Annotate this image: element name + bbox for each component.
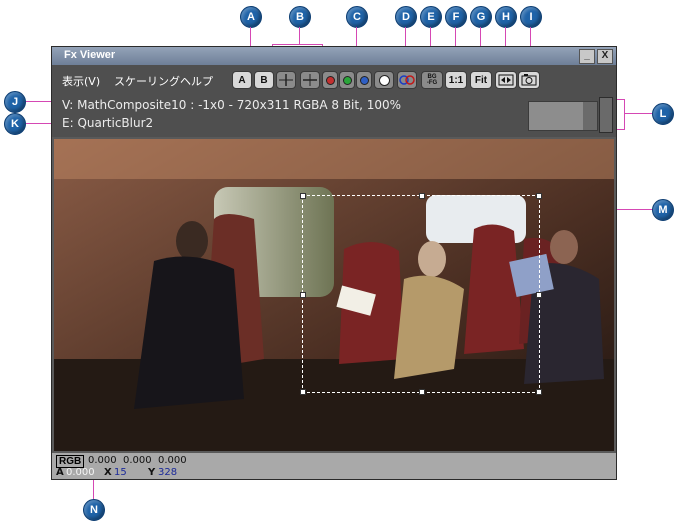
- leader-l-bot: [617, 129, 625, 130]
- callout-m: M: [652, 199, 674, 221]
- callout-n: N: [83, 499, 105, 521]
- view-a-label: A: [238, 74, 246, 86]
- fit-label: Fit: [474, 74, 488, 86]
- fit-button[interactable]: Fit: [470, 71, 492, 89]
- callout-c: C: [346, 6, 368, 28]
- bg-fg-button[interactable]: BG -FG: [421, 71, 443, 89]
- channel-red-button[interactable]: [322, 71, 338, 89]
- split-horizontal-button[interactable]: [300, 71, 320, 89]
- menu-bar: 表示(V) スケーリング ヘルプ A B BG -FG 1:1 Fit: [52, 65, 616, 95]
- menu-view[interactable]: 表示(V): [62, 73, 100, 89]
- fx-viewer-window: Fx Viewer _ X 表示(V) スケーリング ヘルプ A B BG -F…: [51, 46, 617, 480]
- close-button[interactable]: X: [597, 49, 613, 64]
- channel-green-button[interactable]: [339, 71, 355, 89]
- snapshot-button[interactable]: [518, 71, 540, 89]
- window-title: Fx Viewer: [64, 49, 116, 61]
- navigator-handle[interactable]: [583, 102, 597, 130]
- roi-handle-br[interactable]: [536, 389, 542, 395]
- split-vertical-icon: [279, 74, 293, 86]
- region-of-interest-box[interactable]: [300, 193, 542, 395]
- alpha-channel-icon: [378, 74, 390, 86]
- roi-handle-bm[interactable]: [419, 389, 425, 395]
- minimize-button[interactable]: _: [579, 49, 595, 64]
- callout-f: F: [445, 6, 467, 28]
- navigator-panel[interactable]: [528, 101, 598, 131]
- callout-d: D: [395, 6, 417, 28]
- y-label: Y: [148, 467, 156, 478]
- green-channel-icon: [342, 75, 352, 85]
- alpha-value: 0.000: [66, 467, 95, 478]
- x-value: 15: [114, 467, 127, 478]
- camera-icon: [521, 74, 537, 86]
- title-bar[interactable]: Fx Viewer _ X: [52, 47, 616, 65]
- callout-h: H: [495, 6, 517, 28]
- view-a-button[interactable]: A: [232, 71, 252, 89]
- roi-handle-bl[interactable]: [300, 389, 306, 395]
- roi-handle-tl[interactable]: [300, 193, 306, 199]
- roi-handle-tm[interactable]: [419, 193, 425, 199]
- y-value: 328: [158, 467, 178, 478]
- channel-blue-button[interactable]: [356, 71, 372, 89]
- split-vertical-button[interactable]: [276, 71, 296, 89]
- split-horizontal-icon: [303, 74, 317, 86]
- fit-width-icon: [498, 74, 514, 86]
- image-viewport[interactable]: [54, 139, 614, 451]
- actual-size-label: 1:1: [448, 74, 464, 86]
- red-channel-icon: [325, 75, 335, 85]
- roi-handle-mr[interactable]: [536, 292, 542, 298]
- callout-i: I: [520, 6, 542, 28]
- view-b-button[interactable]: B: [254, 71, 274, 89]
- callout-b: B: [289, 6, 311, 28]
- callout-e: E: [420, 6, 442, 28]
- channel-alpha-button[interactable]: [374, 71, 394, 89]
- status-bar: RGB 0.000 0.000 0.000 A 0.000 X 15 Y 328: [52, 453, 616, 479]
- x-label: X: [104, 467, 112, 478]
- view-info-text: V: MathComposite10 : -1x0 - 720x311 RGBA…: [62, 98, 402, 112]
- panel-scrollbar[interactable]: [599, 97, 613, 133]
- roi-handle-tr[interactable]: [536, 193, 542, 199]
- menu-help[interactable]: ヘルプ: [180, 73, 213, 89]
- actual-size-button[interactable]: 1:1: [445, 71, 467, 89]
- blue-channel-icon: [359, 75, 369, 85]
- leader-l: [625, 113, 652, 114]
- callout-l: L: [652, 103, 674, 125]
- leader-b: [299, 27, 300, 44]
- roi-handle-ml[interactable]: [300, 292, 306, 298]
- menu-scaling[interactable]: スケーリング: [114, 73, 180, 89]
- callout-g: G: [470, 6, 492, 28]
- view-b-label: B: [260, 74, 268, 86]
- compare-button[interactable]: [397, 71, 417, 89]
- leader-b-bar: [272, 44, 322, 45]
- rgb-values: 0.000 0.000 0.000: [88, 455, 187, 466]
- alpha-label: A: [56, 467, 64, 478]
- callout-a: A: [240, 6, 262, 28]
- leader-l-top: [617, 99, 625, 100]
- callout-j: J: [4, 91, 26, 113]
- callout-k: K: [4, 113, 26, 135]
- fit-width-button[interactable]: [495, 71, 517, 89]
- bg-fg-label: BG -FG: [426, 74, 438, 86]
- leader-l-bracket: [624, 99, 625, 130]
- compare-icon: [399, 75, 415, 85]
- effect-info-text: E: QuarticBlur2: [62, 116, 154, 130]
